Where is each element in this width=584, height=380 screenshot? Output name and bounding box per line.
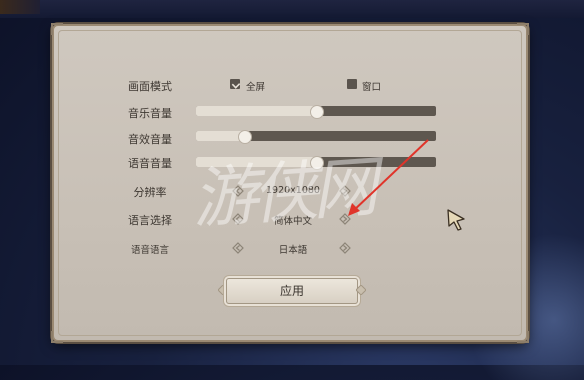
fullscreen-checkbox[interactable] [230, 79, 240, 89]
voice-language-label: 语音语言 [130, 245, 169, 256]
watermark-text: 游侠网 [189, 148, 375, 238]
corner-ornament [517, 23, 529, 35]
mouse-cursor-icon [447, 209, 465, 231]
apply-button[interactable]: 应用 [226, 278, 358, 304]
resolution-label: 分辨率 [133, 186, 167, 199]
slider-knob[interactable] [310, 105, 324, 119]
corner-ornament [517, 331, 529, 343]
music-volume-label: 音乐音量 [128, 107, 172, 120]
corner-ornament [51, 331, 63, 343]
windowed-checkbox[interactable] [347, 79, 357, 89]
voice-volume-label: 语音音量 [128, 157, 172, 170]
slider-fill [196, 131, 244, 141]
button-ornament-right-icon [356, 285, 366, 295]
corner-ornament [51, 23, 63, 35]
fullscreen-option-label[interactable]: 全屏 [246, 79, 265, 93]
music-volume-slider[interactable] [196, 105, 436, 119]
display-mode-label: 画面模式 [128, 80, 172, 93]
sfx-volume-label: 音效音量 [128, 133, 172, 146]
slider-fill [196, 106, 316, 116]
language-label: 语言选择 [128, 214, 172, 227]
windowed-option-label[interactable]: 窗口 [362, 79, 381, 93]
background-top-left [0, 0, 40, 14]
background-top-bar [0, 0, 584, 18]
